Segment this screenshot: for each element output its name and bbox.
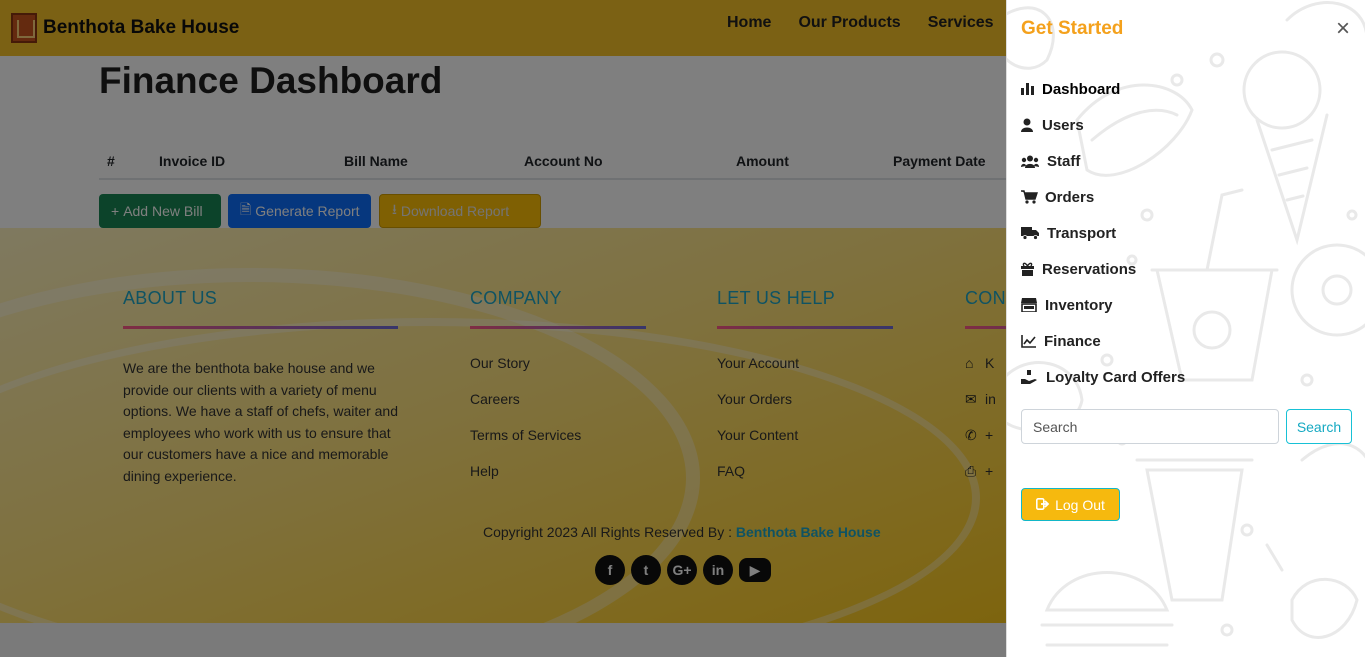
sidebar-item-label: Finance <box>1044 332 1101 350</box>
sidebar-item-reservations[interactable]: Reservations <box>1021 251 1185 287</box>
sidebar-item-staff[interactable]: Staff <box>1021 143 1185 179</box>
sidebar-item-label: Loyalty Card Offers <box>1046 368 1186 386</box>
truck-icon <box>1021 226 1047 240</box>
offcanvas-sidebar: Get Started × Dashboard Users Staff Orde… <box>1006 0 1365 657</box>
chart-line-icon <box>1021 334 1044 348</box>
sidebar-item-label: Users <box>1042 116 1084 134</box>
sidebar-item-finance[interactable]: Finance <box>1021 323 1185 359</box>
sidebar-item-label: Orders <box>1045 188 1095 206</box>
sidebar-item-label: Staff <box>1047 152 1081 170</box>
sidebar-item-transport[interactable]: Transport <box>1021 215 1185 251</box>
sidebar-item-inventory[interactable]: Inventory <box>1021 287 1185 323</box>
offcanvas-title: Get Started <box>1021 18 1124 39</box>
sidebar-item-dashboard[interactable]: Dashboard <box>1021 71 1185 107</box>
search-input[interactable] <box>1021 409 1279 444</box>
user-icon <box>1021 118 1042 132</box>
sidebar-item-orders[interactable]: Orders <box>1021 179 1185 215</box>
store-icon <box>1021 298 1045 312</box>
search-button[interactable]: Search <box>1286 409 1352 444</box>
logout-button[interactable]: Log Out <box>1021 488 1120 521</box>
sidebar-item-label: Transport <box>1047 224 1117 242</box>
sidebar-item-users[interactable]: Users <box>1021 107 1185 143</box>
chart-bar-icon <box>1021 83 1042 95</box>
users-icon <box>1021 155 1047 168</box>
sidebar-item-label: Reservations <box>1042 260 1137 278</box>
logout-label: Log Out <box>1055 496 1105 513</box>
hand-holding-icon <box>1021 369 1046 385</box>
gift-icon <box>1021 262 1042 276</box>
sidebar-item-label: Inventory <box>1045 296 1113 314</box>
sidebar-item-label: Dashboard <box>1042 80 1121 98</box>
sign-out-icon <box>1036 497 1050 513</box>
sidebar-item-loyalty-card-offers[interactable]: Loyalty Card Offers <box>1021 359 1185 395</box>
sidebar-menu: Dashboard Users Staff Orders Transport R… <box>1021 71 1185 395</box>
cart-icon <box>1021 190 1045 204</box>
close-icon[interactable]: × <box>1333 17 1353 41</box>
